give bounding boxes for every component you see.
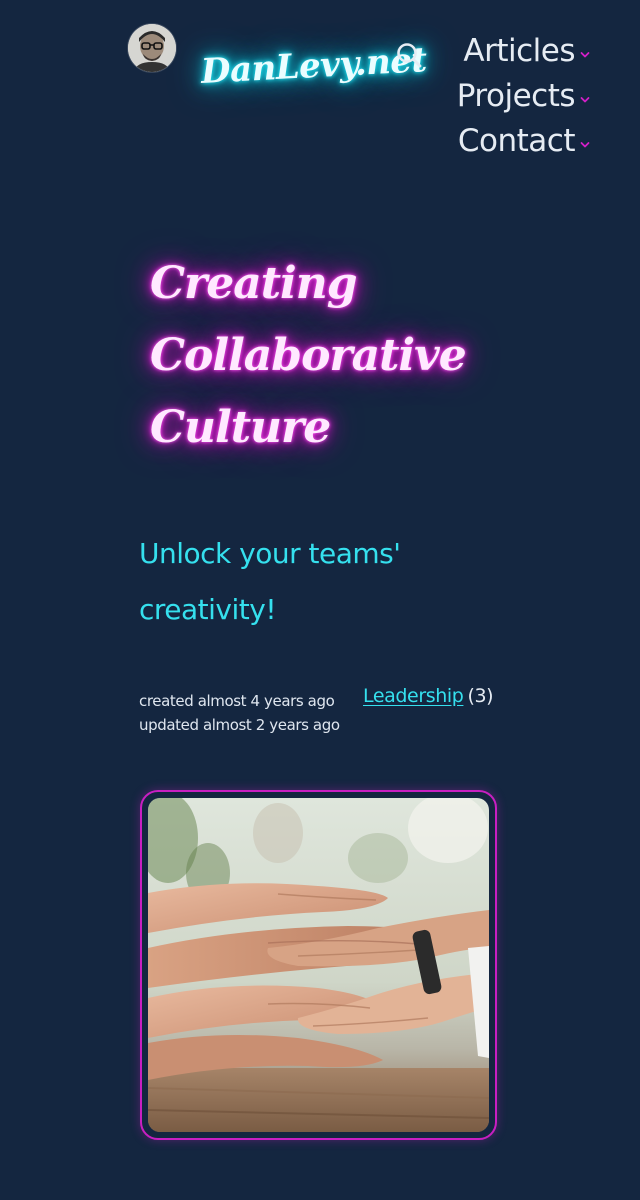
nav-item-projects[interactable]: Projects (457, 73, 590, 118)
nav-item-articles[interactable]: Articles (463, 28, 590, 73)
search-icon (397, 43, 422, 68)
search-button[interactable] (392, 38, 426, 72)
category-link-leadership[interactable]: Leadership (363, 685, 464, 707)
nav-item-label: Projects (456, 77, 576, 114)
nav-item-label: Contact (457, 122, 576, 159)
avatar[interactable] (128, 24, 176, 72)
nav-item-contact[interactable]: Contact (458, 118, 590, 163)
post-category: Leadership (3) (363, 685, 494, 707)
category-count: (3) (467, 685, 494, 707)
profile-photo (128, 24, 176, 72)
hero-image-frame (140, 790, 497, 1140)
updated-date: updated almost 2 years ago (139, 716, 340, 734)
post-subtitle: Unlock your teams' creativity! (139, 537, 401, 626)
created-date: created almost 4 years ago (139, 692, 335, 710)
nav-item-label: Articles (463, 32, 575, 69)
chevron-down-icon (580, 89, 590, 108)
main-nav: Articles Projects Contact (457, 28, 590, 163)
post-title: Creating Collaborative Culture (150, 258, 467, 453)
chevron-down-icon (580, 44, 590, 63)
chevron-down-icon (580, 134, 590, 153)
hero-image (148, 798, 489, 1132)
post-dates: created almost 4 years ago updated almos… (139, 689, 340, 737)
